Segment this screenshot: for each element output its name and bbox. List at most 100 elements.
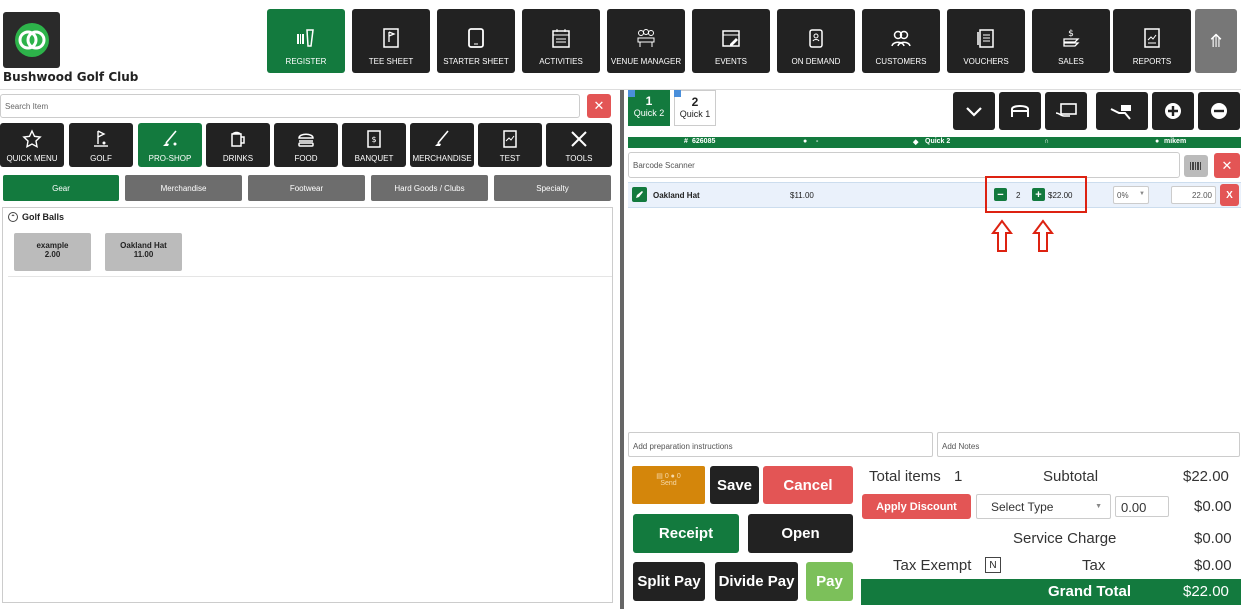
tile-price: 2.00 <box>44 250 61 259</box>
scroll-up-button[interactable]: ⤊ <box>1195 9 1237 73</box>
search-input[interactable]: Search Item <box>0 94 580 118</box>
hand-pay-icon <box>1110 105 1131 120</box>
discount-type-select[interactable]: Select Type ▼ <box>976 494 1111 519</box>
subcategory-hard-goods[interactable]: Hard Goods / Clubs <box>371 175 488 201</box>
golf-club-icon <box>435 130 449 146</box>
nav-label: REPORTS <box>1132 57 1172 66</box>
beer-mug-icon <box>231 131 245 147</box>
divide-pay-button[interactable]: Divide Pay <box>715 562 798 601</box>
line-amount-input[interactable]: 22.00 <box>1171 186 1216 204</box>
highlight-box <box>985 176 1087 213</box>
split-pay-button[interactable]: Split Pay <box>633 562 705 601</box>
prep-instructions-input[interactable]: Add preparation instructions <box>628 432 933 457</box>
barcode-input[interactable]: Barcode Scanner <box>628 152 1180 178</box>
discount-value: $0.00 <box>1194 498 1232 515</box>
category-tools[interactable]: TOOLS <box>546 123 612 167</box>
subcategory-gear[interactable]: Gear <box>3 175 119 201</box>
discount-amount-input[interactable]: 0.00 <box>1115 496 1169 517</box>
hand-card-button[interactable] <box>1045 92 1087 130</box>
nav-label: VENUE MANAGER <box>610 57 682 66</box>
tax-value: $0.00 <box>1194 557 1232 574</box>
remove-item-button[interactable]: X <box>1220 184 1239 206</box>
phone-user-icon <box>809 29 823 48</box>
subcategory-specialty[interactable]: Specialty <box>494 175 611 201</box>
nav-label: REGISTER <box>285 57 327 66</box>
golf-cart-icon <box>1011 105 1029 117</box>
close-icon: ✕ <box>593 98 605 113</box>
barcode-scanner-icon <box>297 29 314 47</box>
send-status-icons: ▤ 0 ● 0 <box>656 473 681 480</box>
discount-select[interactable]: 0% ▼ <box>1113 186 1149 204</box>
tax-exempt-toggle[interactable]: N <box>985 557 1001 573</box>
item-tile[interactable]: Oakland Hat 11.00 <box>105 233 182 271</box>
nav-label: STARTER SHEET <box>443 57 509 66</box>
category-food[interactable]: FOOD <box>274 123 338 167</box>
tax-exempt-label: Tax Exempt <box>893 557 972 574</box>
pane-divider[interactable] <box>620 90 624 609</box>
svg-text:$: $ <box>1068 29 1074 39</box>
person-icon: ● <box>803 138 808 145</box>
category-merchandise[interactable]: MERCHANDISE <box>410 123 474 167</box>
edit-item-button[interactable] <box>632 187 647 202</box>
logo-icon <box>14 23 49 57</box>
nav-venue-manager[interactable]: VENUE MANAGER <box>607 9 685 73</box>
add-button[interactable] <box>1152 92 1194 130</box>
category-label: TEST <box>499 154 521 163</box>
remove-button[interactable] <box>1198 92 1240 130</box>
nav-starter-sheet[interactable]: STARTER SHEET <box>437 9 515 73</box>
users-icon <box>891 30 911 47</box>
cancel-button[interactable]: Cancel <box>763 466 853 504</box>
order-info-bar: # 626085 ● - ◆ Quick 2 ∩ ● mikem <box>628 137 1241 148</box>
nav-label: ON DEMAND <box>791 57 841 66</box>
nav-sales[interactable]: $ SALES <box>1032 9 1110 73</box>
receipt-button[interactable]: Receipt <box>633 514 739 553</box>
open-button[interactable]: Open <box>748 514 853 553</box>
order-id: 626085 <box>692 138 716 145</box>
payment-button[interactable] <box>1096 92 1148 130</box>
category-quick-menu[interactable]: QUICK MENU <box>0 123 64 167</box>
service-charge-label: Service Charge <box>1013 530 1117 547</box>
category-drinks[interactable]: DRINKS <box>206 123 270 167</box>
dropdown-button[interactable] <box>953 92 995 130</box>
pay-button[interactable]: Pay <box>806 562 853 601</box>
category-pro-shop[interactable]: PRO-SHOP <box>138 123 202 167</box>
nav-reports[interactable]: REPORTS <box>1113 9 1191 73</box>
category-banquet[interactable]: $ BANQUET <box>342 123 406 167</box>
report-chart-icon <box>503 130 517 148</box>
order-customer: - <box>816 138 819 145</box>
subcategory-footwear[interactable]: Footwear <box>248 175 365 201</box>
nav-customers[interactable]: CUSTOMERS <box>862 9 940 73</box>
flag-sheet-icon <box>383 28 399 48</box>
tablet-icon <box>468 28 484 48</box>
nav-on-demand[interactable]: ON DEMAND <box>777 9 855 73</box>
cart-button[interactable] <box>999 92 1041 130</box>
report-chart-icon <box>1144 28 1160 48</box>
send-button[interactable]: ▤ 0 ● 0 Send <box>632 466 705 504</box>
nav-vouchers[interactable]: VOUCHERS <box>947 9 1025 73</box>
arrow-up-icon: ⤊ <box>1208 30 1224 51</box>
barcode-icon <box>1190 162 1201 170</box>
nav-events[interactable]: EVENTS <box>692 9 770 73</box>
star-icon <box>22 129 42 149</box>
notes-input[interactable]: Add Notes <box>937 432 1240 457</box>
category-test[interactable]: TEST <box>478 123 542 167</box>
subcategory-merchandise[interactable]: Merchandise <box>125 175 242 201</box>
nav-register[interactable]: REGISTER <box>267 9 345 73</box>
category-golf[interactable]: GOLF <box>69 123 133 167</box>
tile-name: Oakland Hat <box>120 241 167 250</box>
clear-search-button[interactable]: ✕ <box>587 94 611 118</box>
save-button[interactable]: Save <box>710 466 759 504</box>
clear-barcode-button[interactable]: ✕ <box>1214 153 1240 178</box>
item-tile[interactable]: example 2.00 <box>14 233 91 271</box>
voucher-book-icon <box>977 29 994 48</box>
barcode-scan-button[interactable] <box>1184 155 1208 177</box>
item-name: Oakland Hat <box>653 191 700 200</box>
nav-activities[interactable]: ACTIVITIES <box>522 9 600 73</box>
tab-number: 2 <box>691 95 699 109</box>
nav-tee-sheet[interactable]: TEE SHEET <box>352 9 430 73</box>
order-line-item[interactable] <box>628 182 1241 208</box>
apply-discount-button[interactable]: Apply Discount <box>862 494 971 519</box>
subtotal-value: $22.00 <box>1183 468 1229 485</box>
order-ticket: Quick 2 <box>925 138 951 145</box>
group-header[interactable]: ⌃ Golf Balls <box>8 212 64 222</box>
